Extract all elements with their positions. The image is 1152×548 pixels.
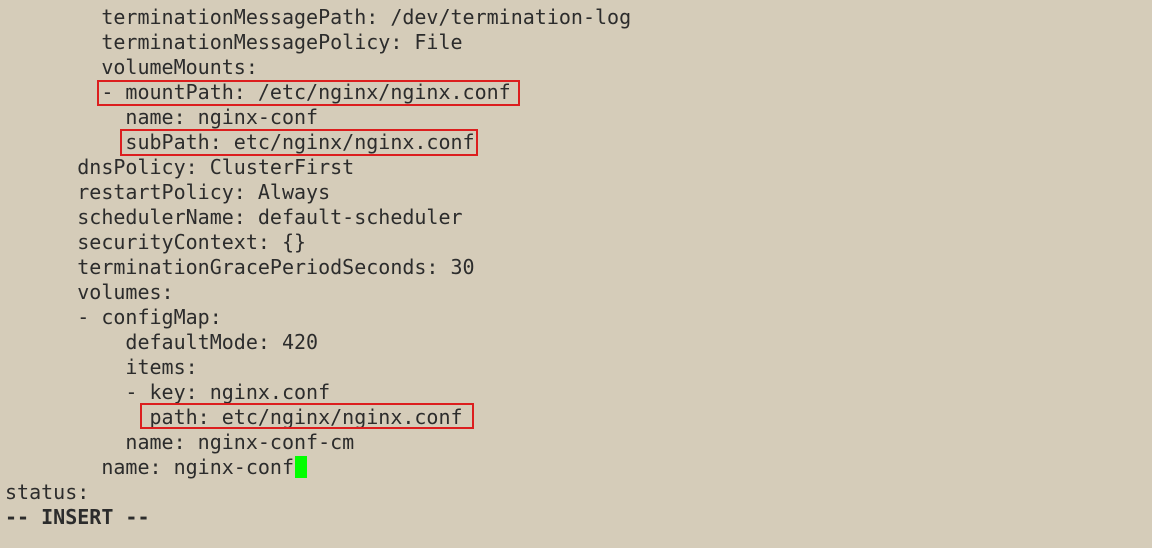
code-line[interactable]: - configMap: xyxy=(5,305,222,330)
code-line[interactable]: schedulerName: default-scheduler xyxy=(5,205,462,230)
code-line[interactable]: - key: nginx.conf xyxy=(5,380,330,405)
code-line[interactable]: dnsPolicy: ClusterFirst xyxy=(5,155,354,180)
code-line[interactable]: status: xyxy=(5,480,89,505)
code-line[interactable]: securityContext: {} xyxy=(5,230,306,255)
code-line[interactable]: defaultMode: 420 xyxy=(5,330,318,355)
code-line[interactable]: terminationGracePeriodSeconds: 30 xyxy=(5,255,474,280)
text-cursor xyxy=(294,456,307,478)
code-line-with-cursor[interactable]: name: nginx-conf xyxy=(5,455,307,480)
text-editor[interactable]: terminationMessagePath: /dev/termination… xyxy=(0,0,1152,548)
code-line[interactable]: items: xyxy=(5,355,197,380)
code-line[interactable]: name: nginx-conf xyxy=(5,105,318,130)
code-line[interactable]: terminationMessagePath: /dev/termination… xyxy=(5,5,631,30)
code-line-text[interactable]: name: nginx-conf xyxy=(5,455,294,479)
code-line[interactable]: path: etc/nginx/nginx.conf xyxy=(5,405,462,430)
code-line[interactable]: volumes: xyxy=(5,280,173,305)
code-line[interactable]: volumeMounts: xyxy=(5,55,258,80)
code-line[interactable]: terminationMessagePolicy: File xyxy=(5,30,462,55)
code-line[interactable]: - mountPath: /etc/nginx/nginx.conf xyxy=(5,80,510,105)
insert-mode-indicator: -- INSERT -- xyxy=(5,505,150,529)
code-line[interactable]: name: nginx-conf-cm xyxy=(5,430,354,455)
code-line[interactable]: restartPolicy: Always xyxy=(5,180,330,205)
code-line[interactable]: subPath: etc/nginx/nginx.conf xyxy=(5,130,474,155)
